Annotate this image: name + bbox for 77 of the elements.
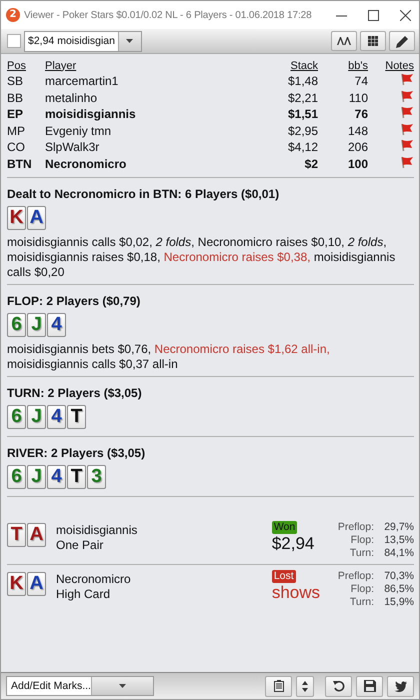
position-cell-text: CO [7, 139, 26, 156]
window-title: Viewer - Poker Stars $0.01/0.02 NL - 6 Players - 01.06.2018 17:28 [24, 10, 313, 20]
equity-label: Preflop: [338, 521, 374, 534]
result-badge: Won [272, 521, 298, 534]
player-name: Necronomicro [56, 572, 132, 587]
playing-card: J [27, 405, 46, 429]
playing-card: K [7, 572, 26, 596]
equity-value: 13,5% [383, 534, 414, 547]
hand-rank: One Pair [56, 538, 104, 553]
stack-cell-text: $2,95 [286, 122, 318, 139]
equity-label: Flop: [350, 534, 374, 547]
playing-card: 4 [47, 405, 66, 429]
big-blinds-cell: 148 [318, 122, 368, 139]
equity-value: 70,3% [383, 570, 414, 583]
app-logo: 2 [6, 8, 20, 22]
playing-card: A [27, 206, 46, 230]
playing-card: 4 [47, 313, 66, 337]
stack-cell-text: $4,12 [286, 139, 318, 156]
playing-card: J [27, 465, 46, 489]
position-cell-text: BB [7, 90, 24, 106]
equity-value: 29,7% [383, 521, 414, 534]
won-amount: $2,94 [272, 534, 314, 554]
player-name: moisidisgiannis [56, 523, 138, 538]
result-text: shows [272, 583, 320, 603]
street-heading: TURN: 2 Players ($3,05) [7, 386, 143, 400]
equity-label: Turn: [348, 596, 374, 609]
playing-card: 6 [7, 313, 26, 337]
playing-card: T [67, 465, 86, 489]
stack-cell-text: $2,21 [286, 90, 318, 106]
player-name: moisidisgiannis [45, 106, 137, 122]
playing-card: T [67, 405, 86, 429]
street-heading: Dealt to Necronomicro in BTN: 6 Players ($0,01) [7, 187, 280, 201]
position-cell-text: BTN [7, 156, 33, 172]
playing-card: K [7, 206, 26, 230]
street-heading: FLOP: 2 Players ($0,79) [7, 294, 142, 308]
player-name: Evgeniy tmn [45, 122, 112, 139]
equity-label: Turn: [348, 547, 374, 560]
equity-value: 15,9% [383, 596, 414, 609]
big-blinds-cell: 76 [318, 106, 368, 122]
position-cell-text: MP [7, 122, 26, 139]
column-header[interactable]: Notes [368, 58, 414, 73]
action-text: moisidisgiannis bets $0,76, Necronomicro raises $1,62 all-in, moisidisgiannis calls $0,37 all-in [7, 342, 331, 372]
playing-card: A [27, 523, 46, 547]
column-header[interactable]: Stack [250, 58, 318, 73]
playing-card: T [7, 523, 26, 547]
equity-value: 84,1% [383, 547, 414, 560]
playing-card: 3 [87, 465, 106, 489]
stack-cell-text: $2 [304, 156, 318, 172]
player-name: marcemartin1 [45, 73, 120, 90]
big-blinds-cell: 74 [318, 73, 368, 90]
marks-dropdown[interactable]: Add/Edit Marks... [6, 676, 154, 696]
equity-label: Preflop: [338, 570, 374, 583]
position-cell-text: EP [7, 106, 24, 122]
player-name: Necronomicro [45, 156, 128, 172]
stack-cell-text: $1,48 [286, 73, 318, 90]
column-header[interactable]: Pos [7, 58, 45, 73]
player-name: SlpWalk3r [45, 139, 100, 156]
column-header[interactable]: Player [45, 58, 250, 73]
result-badge: Lost [272, 570, 296, 583]
playing-card: 4 [47, 465, 66, 489]
big-blinds-cell-text: 110 [348, 90, 368, 106]
playing-card: A [27, 572, 46, 596]
hand-rank: High Card [56, 587, 112, 602]
big-blinds-cell-text: 206 [346, 139, 368, 156]
equity-label: Flop: [350, 583, 374, 596]
playing-card: 6 [7, 465, 26, 489]
playing-card: J [27, 313, 46, 337]
column-header[interactable]: bb's [318, 58, 368, 73]
equity-value: 86,5% [383, 583, 414, 596]
stack-cell-text: $1,51 [286, 106, 318, 122]
playing-card: 6 [7, 405, 26, 429]
action-text: moisidisgiannis calls $0,02, 2 folds, Necronomicro raises $0,10, 2 folds, moisidisgiannis raises $0,18, Necronomicro raises $0,38, moisidisgiannis calls $0,20 [7, 235, 396, 280]
big-blinds-cell: 100 [318, 156, 368, 172]
hand-dropdown[interactable]: $2,94 moisidisgian [24, 30, 142, 52]
player-name: metalinho [45, 90, 98, 106]
street-heading: RIVER: 2 Players ($3,05) [7, 446, 146, 460]
position-cell-text: SB [7, 73, 24, 90]
